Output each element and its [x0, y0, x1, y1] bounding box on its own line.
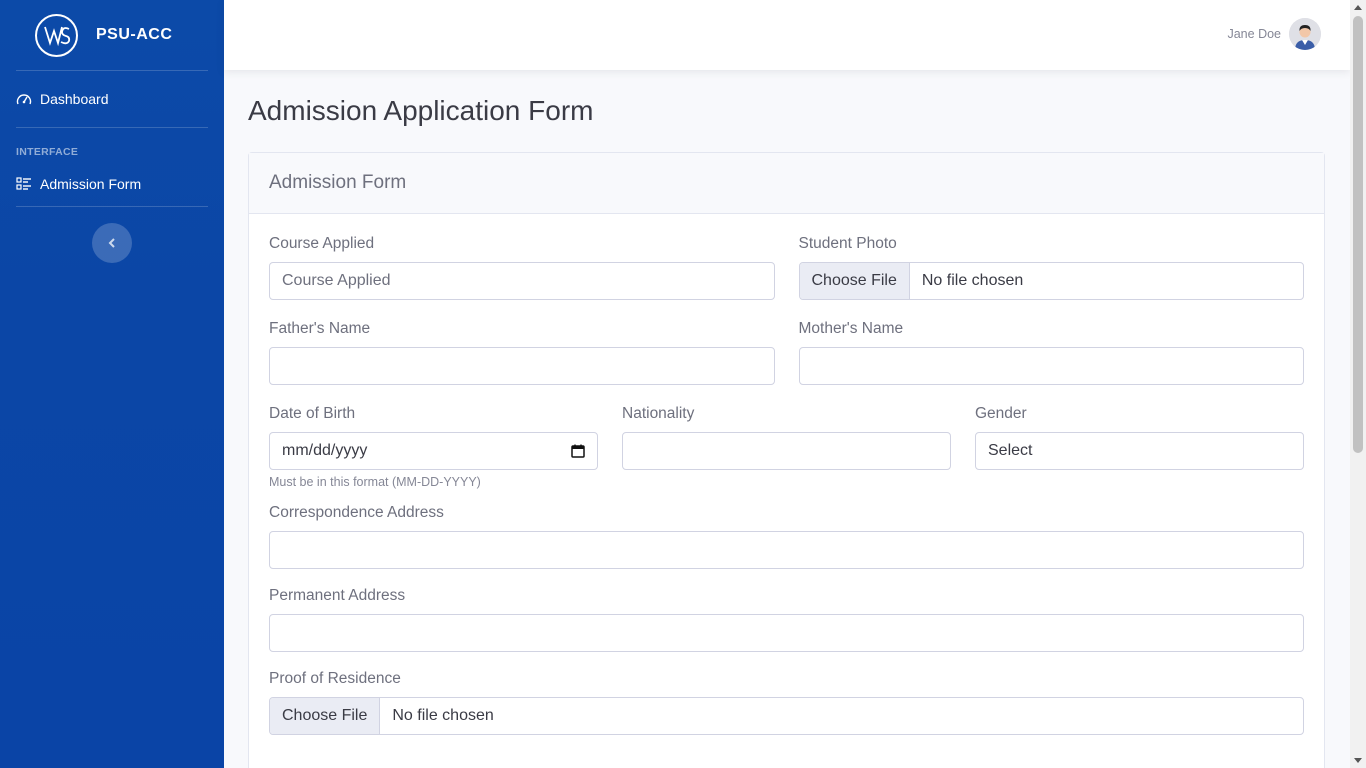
avatar[interactable]	[1289, 18, 1321, 50]
file-status: No file chosen	[392, 707, 494, 724]
sidebar-item-label: Dashboard	[40, 91, 109, 107]
sidebar-heading: INTERFACE	[16, 146, 79, 158]
date-of-birth-input[interactable]: mm/dd/yyyy	[269, 432, 598, 470]
correspondence-address-input[interactable]	[269, 531, 1304, 569]
sidebar-item-admission-form[interactable]: Admission Form	[0, 164, 224, 204]
form-row: Date of Birth mm/dd/yyyy Must be in this…	[269, 404, 1304, 491]
choose-file-button[interactable]: Choose File	[270, 698, 381, 734]
main-content: Admission Application Form Admission For…	[224, 70, 1350, 768]
sidebar-toggle-wrap	[0, 207, 224, 263]
sidebar-item-dashboard[interactable]: Dashboard	[0, 71, 224, 127]
scroll-up-icon[interactable]	[1354, 5, 1362, 10]
course-applied-placeholder: Course Applied	[282, 272, 391, 289]
date-of-birth-placeholder: mm/dd/yyyy	[282, 442, 368, 459]
gender-label: Gender	[975, 405, 1027, 422]
user-name: Jane Doe	[1227, 27, 1281, 41]
card-body: Course Applied Course Applied Student Ph…	[249, 214, 1324, 761]
file-status: No file chosen	[921, 272, 1024, 289]
brand-name: PSU-ACC	[96, 26, 173, 43]
course-applied-label: Course Applied	[269, 235, 375, 252]
correspondence-address-label: Correspondence Address	[269, 504, 444, 521]
list-check-icon	[16, 176, 32, 192]
form-row: Father's Name Mother's Name	[269, 319, 1304, 385]
sidebar-item-label: Admission Form	[40, 176, 142, 192]
form-group: Correspondence Address	[269, 503, 1304, 569]
topbar: Jane Doe	[224, 0, 1350, 70]
fathers-name-label: Father's Name	[269, 320, 371, 337]
permanent-address-input[interactable]	[269, 614, 1304, 652]
nationality-input[interactable]	[622, 432, 951, 470]
fathers-name-input[interactable]	[269, 347, 775, 385]
sidebar-toggle-button[interactable]	[92, 223, 132, 263]
sidebar: PSU-ACC Dashboard INTERFACE Admission Fo…	[0, 0, 224, 768]
permanent-address-label: Permanent Address	[269, 587, 406, 604]
proof-of-residence-file-input[interactable]: Choose File No file chosen	[269, 697, 1304, 735]
student-photo-label: Student Photo	[798, 235, 897, 252]
proof-of-residence-label: Proof of Residence	[269, 670, 401, 687]
page-title: Admission Application Form	[248, 95, 594, 126]
scroll-down-icon[interactable]	[1354, 758, 1362, 763]
choose-file-button[interactable]: Choose File	[799, 263, 910, 299]
date-of-birth-label: Date of Birth	[269, 405, 356, 422]
form-group: Permanent Address	[269, 586, 1304, 652]
scrollbar-thumb[interactable]	[1353, 16, 1363, 453]
gender-selected-value: Select	[988, 442, 1033, 459]
admission-form-card: Admission Form Course Applied Course App…	[248, 152, 1325, 768]
page-scrollbar[interactable]	[1350, 0, 1366, 768]
date-format-help: Must be in this format (MM-DD-YYYY)	[269, 475, 481, 489]
mothers-name-label: Mother's Name	[798, 320, 904, 337]
calendar-icon[interactable]	[571, 444, 585, 458]
gauge-icon	[16, 91, 32, 107]
nationality-label: Nationality	[622, 405, 695, 422]
student-photo-file-input[interactable]: Choose File No file chosen	[798, 262, 1304, 300]
mothers-name-input[interactable]	[798, 347, 1304, 385]
course-applied-input[interactable]: Course Applied	[269, 262, 775, 300]
brand-logo-icon	[35, 13, 78, 57]
brand[interactable]: PSU-ACC	[0, 0, 224, 70]
user-menu[interactable]: Jane Doe	[1227, 18, 1321, 50]
card-title: Admission Form	[249, 153, 1324, 214]
form-group: Proof of Residence Choose File No file c…	[269, 669, 1304, 735]
gender-select[interactable]: Select	[975, 432, 1304, 470]
user-avatar-icon	[1289, 18, 1321, 50]
chevron-left-icon	[108, 238, 115, 248]
form-row: Course Applied Course Applied Student Ph…	[269, 234, 1304, 300]
